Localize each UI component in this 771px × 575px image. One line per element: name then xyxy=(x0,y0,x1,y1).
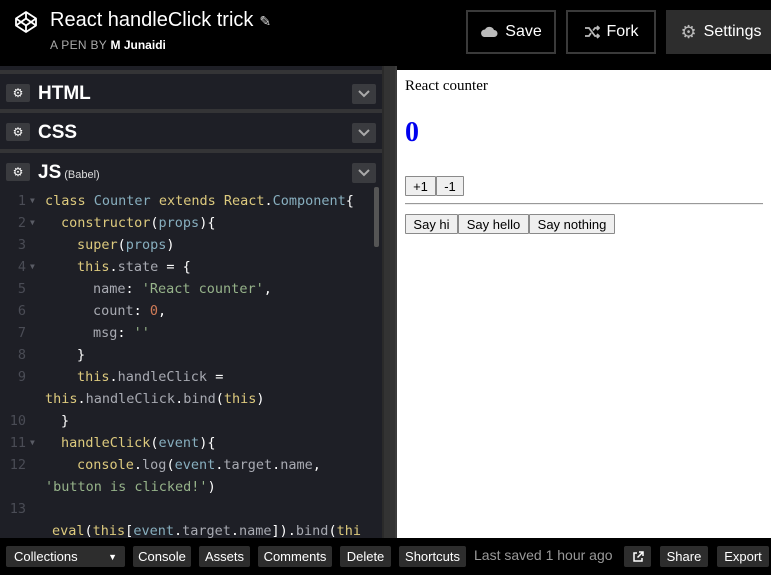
line-number: 5 xyxy=(17,281,26,297)
code-line-5: name: 'React counter', xyxy=(93,281,272,297)
js-panel-preprocessor: (Babel) xyxy=(64,169,100,181)
result-preview: React counter 0 +1 -1 Say hi Say hello S… xyxy=(397,70,771,538)
code-line-9-wrap: this.handleClick.bind(this) xyxy=(45,391,265,407)
code-line-11: handleClick(event){ xyxy=(61,435,216,451)
divider-line xyxy=(405,203,763,205)
header: React handleClick trick ✎ A PEN BY M Juna… xyxy=(0,0,771,66)
save-status: Last saved 1 hour ago xyxy=(474,547,613,563)
line-number: 13 xyxy=(9,501,26,517)
code-line-10: } xyxy=(61,413,70,429)
external-link-icon[interactable] xyxy=(624,546,651,567)
fold-arrow-icon[interactable]: ▼ xyxy=(30,262,35,271)
resize-divider[interactable] xyxy=(382,66,397,538)
fork-button[interactable]: Fork xyxy=(566,10,656,54)
chevron-down-icon[interactable] xyxy=(352,84,376,104)
counter-value: 0 xyxy=(405,117,419,148)
css-panel-title: CSS xyxy=(38,122,78,143)
css-settings-gear-icon[interactable]: ⚙ xyxy=(6,123,30,141)
js-panel-header[interactable]: ⚙ JS (Babel) xyxy=(0,149,382,187)
pencil-icon[interactable]: ✎ xyxy=(259,13,271,29)
line-number: 9 xyxy=(17,369,26,385)
js-panel-title: JS (Babel) xyxy=(38,162,100,184)
say-nothing-button[interactable]: Say nothing xyxy=(529,214,615,234)
code-line-7: msg: '' xyxy=(93,325,150,341)
gear-icon: ⚙ xyxy=(680,21,697,42)
settings-label: Settings xyxy=(703,23,762,40)
fold-arrow-icon[interactable]: ▼ xyxy=(30,438,35,447)
decrement-button[interactable]: -1 xyxy=(436,176,464,196)
code-line-3: super(props) xyxy=(77,237,175,253)
css-panel-header[interactable]: ⚙ CSS xyxy=(0,109,382,147)
html-panel-header[interactable]: ⚙ HTML xyxy=(0,70,382,108)
comments-button[interactable]: Comments xyxy=(258,546,332,567)
line-number: 1 xyxy=(17,193,26,209)
code-line-8: } xyxy=(77,347,86,363)
line-number: 8 xyxy=(17,347,26,363)
fork-label: Fork xyxy=(606,23,639,40)
author-link[interactable]: M Junaidi xyxy=(111,38,166,52)
shortcuts-button[interactable]: Shortcuts xyxy=(399,546,466,567)
code-line-12: console.log(event.target.name, xyxy=(77,457,321,473)
counter-title: React counter xyxy=(405,78,488,94)
line-number: 10 xyxy=(9,413,26,429)
fold-arrow-icon[interactable]: ▼ xyxy=(30,218,35,227)
html-panel-title: HTML xyxy=(38,83,91,104)
collections-button[interactable]: Collections ▼ xyxy=(6,546,125,567)
line-number: 6 xyxy=(17,303,26,319)
line-number: 3 xyxy=(17,237,26,253)
collections-label: Collections xyxy=(14,549,78,564)
js-code-editor[interactable]: 1 2 3 4 5 6 7 8 9 10 11 12 13 ▼ ▼ ▼ ▼ class Counter … xyxy=(0,185,382,538)
chevron-down-icon[interactable] xyxy=(352,163,376,183)
say-hello-button[interactable]: Say hello xyxy=(458,214,529,234)
pen-title[interactable]: React handleClick trick ✎ xyxy=(50,9,271,32)
fold-arrow-icon[interactable]: ▼ xyxy=(30,196,35,205)
assets-button[interactable]: Assets xyxy=(199,546,250,567)
js-settings-gear-icon[interactable]: ⚙ xyxy=(6,163,30,181)
code-line-12-wrap: 'button is clicked!') xyxy=(45,479,216,495)
console-button[interactable]: Console xyxy=(133,546,191,567)
pen-title-text[interactable]: React handleClick trick xyxy=(50,9,253,31)
code-line-9: this.handleClick = xyxy=(77,369,224,385)
html-settings-gear-icon[interactable]: ⚙ xyxy=(6,84,30,102)
line-number: 2 xyxy=(17,215,26,231)
code-line-1: class Counter extends React.Component{ xyxy=(45,193,354,209)
settings-button[interactable]: ⚙ Settings xyxy=(666,10,771,54)
delete-button[interactable]: Delete xyxy=(340,546,391,567)
cloud-icon xyxy=(481,26,498,37)
fork-icon xyxy=(584,25,600,39)
footer-bar: Collections ▼ Console Assets Comments De… xyxy=(0,538,771,575)
caret-down-icon: ▼ xyxy=(108,551,117,562)
byline-prefix: A PEN BY xyxy=(50,38,107,52)
js-panel-name: JS xyxy=(38,162,62,183)
line-number: 12 xyxy=(9,457,26,473)
byline: A PEN BY M Junaidi xyxy=(50,38,166,52)
increment-button[interactable]: +1 xyxy=(405,176,436,196)
codepen-logo-icon[interactable] xyxy=(14,10,38,34)
save-label: Save xyxy=(505,23,542,40)
code-line-6: count: 0, xyxy=(93,303,167,319)
export-button[interactable]: Export xyxy=(717,546,769,567)
line-number: 4 xyxy=(17,259,26,275)
say-hi-button[interactable]: Say hi xyxy=(405,214,458,234)
code-line-14: eval(this[event.target.name]).bind(thi xyxy=(52,523,361,538)
code-line-2: constructor(props){ xyxy=(61,215,216,231)
line-number: 7 xyxy=(17,325,26,341)
line-number: 11 xyxy=(9,435,26,451)
share-button[interactable]: Share xyxy=(660,546,708,567)
resize-grip[interactable] xyxy=(382,66,397,538)
save-button[interactable]: Save xyxy=(466,10,556,54)
line-gutter: 1 2 3 4 5 6 7 8 9 10 11 12 13 xyxy=(0,185,38,538)
chevron-down-icon[interactable] xyxy=(352,123,376,143)
code-line-4: this.state = { xyxy=(77,259,191,275)
editor-scrollbar[interactable] xyxy=(374,187,379,247)
